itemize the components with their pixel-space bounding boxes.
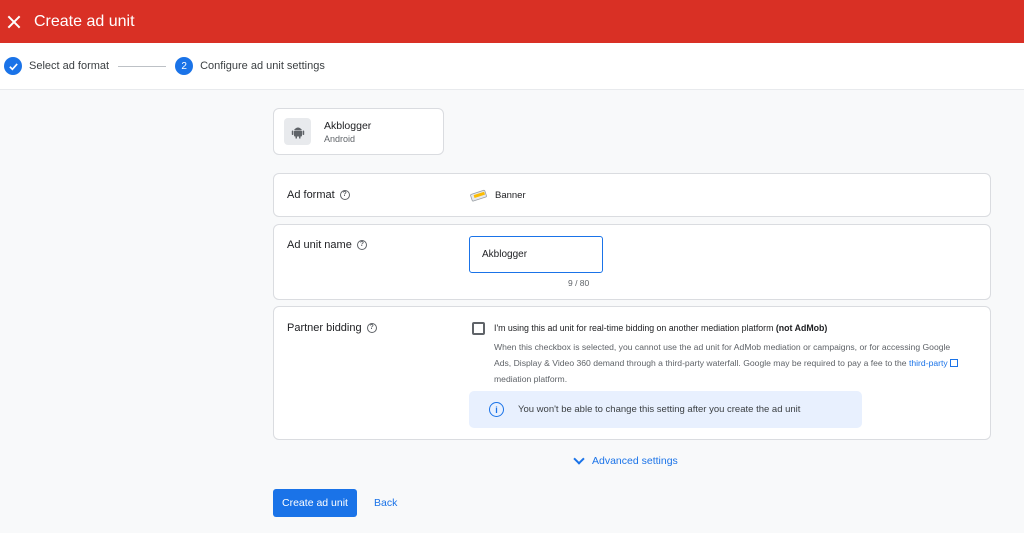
back-button[interactable]: Back <box>366 489 405 517</box>
page-title: Create ad unit <box>34 12 135 30</box>
advanced-settings-toggle[interactable]: Advanced settings <box>573 453 678 467</box>
step-label: Configure ad unit settings <box>200 60 325 72</box>
step-number: 2 <box>175 57 194 75</box>
app-platform: Android <box>324 133 356 144</box>
open-in-new-icon <box>949 359 958 367</box>
app-name: Akblogger <box>324 119 372 132</box>
character-counter: 9 / 80 <box>568 278 590 288</box>
partner-bidding-row: Partner bidding ? I'm using this ad unit… <box>273 306 991 440</box>
chevron-down-icon <box>573 453 585 465</box>
step-select-ad-format[interactable]: Select ad format <box>4 57 109 75</box>
ad-unit-name-row: Ad unit name ? 9 / 80 <box>273 224 991 300</box>
banner-icon <box>470 189 487 202</box>
info-banner: i You won't be able to change this setti… <box>469 391 862 428</box>
checkbox-label[interactable]: I'm using this ad unit for real-time bid… <box>494 323 827 333</box>
description-text: When this checkbox is selected, you cann… <box>494 342 951 368</box>
advanced-settings-label: Advanced settings <box>592 455 678 467</box>
ad-format-label: Ad format <box>287 189 335 201</box>
checkbox-label-text: I'm using this ad unit for real-time bid… <box>494 323 774 333</box>
top-app-bar: Create ad unit <box>0 0 1024 43</box>
step-configure-settings: 2 Configure ad unit settings <box>175 57 325 75</box>
info-icon: i <box>489 402 504 417</box>
app-card: Akblogger Android <box>273 108 444 155</box>
step-connector <box>118 65 167 67</box>
help-icon[interactable]: ? <box>339 190 350 200</box>
ad-unit-name-input[interactable] <box>469 236 603 273</box>
checkbox-label-bold: (not AdMob) <box>775 323 828 333</box>
ad-unit-name-label: Ad unit name <box>287 239 352 251</box>
ad-format-value: Banner <box>495 190 526 201</box>
help-icon[interactable]: ? <box>366 323 377 333</box>
stepper: Select ad format 2 Configure ad unit set… <box>0 43 1024 90</box>
partner-bidding-label: Partner bidding <box>287 322 362 334</box>
android-icon <box>284 118 311 145</box>
ad-format-row: Ad format ? Banner <box>273 173 991 217</box>
close-icon[interactable] <box>7 15 21 29</box>
checkbox-description: When this checkbox is selected, you cann… <box>494 339 969 387</box>
step-label: Select ad format <box>29 60 110 72</box>
description-suffix: mediation platform. <box>494 374 568 384</box>
partner-bidding-checkbox[interactable] <box>472 322 485 335</box>
third-party-link[interactable]: third-party <box>909 358 948 368</box>
help-icon[interactable]: ? <box>356 240 367 250</box>
info-text: You won't be able to change this setting… <box>518 404 801 415</box>
create-ad-unit-button[interactable]: Create ad unit <box>273 489 357 517</box>
check-icon <box>4 57 22 75</box>
